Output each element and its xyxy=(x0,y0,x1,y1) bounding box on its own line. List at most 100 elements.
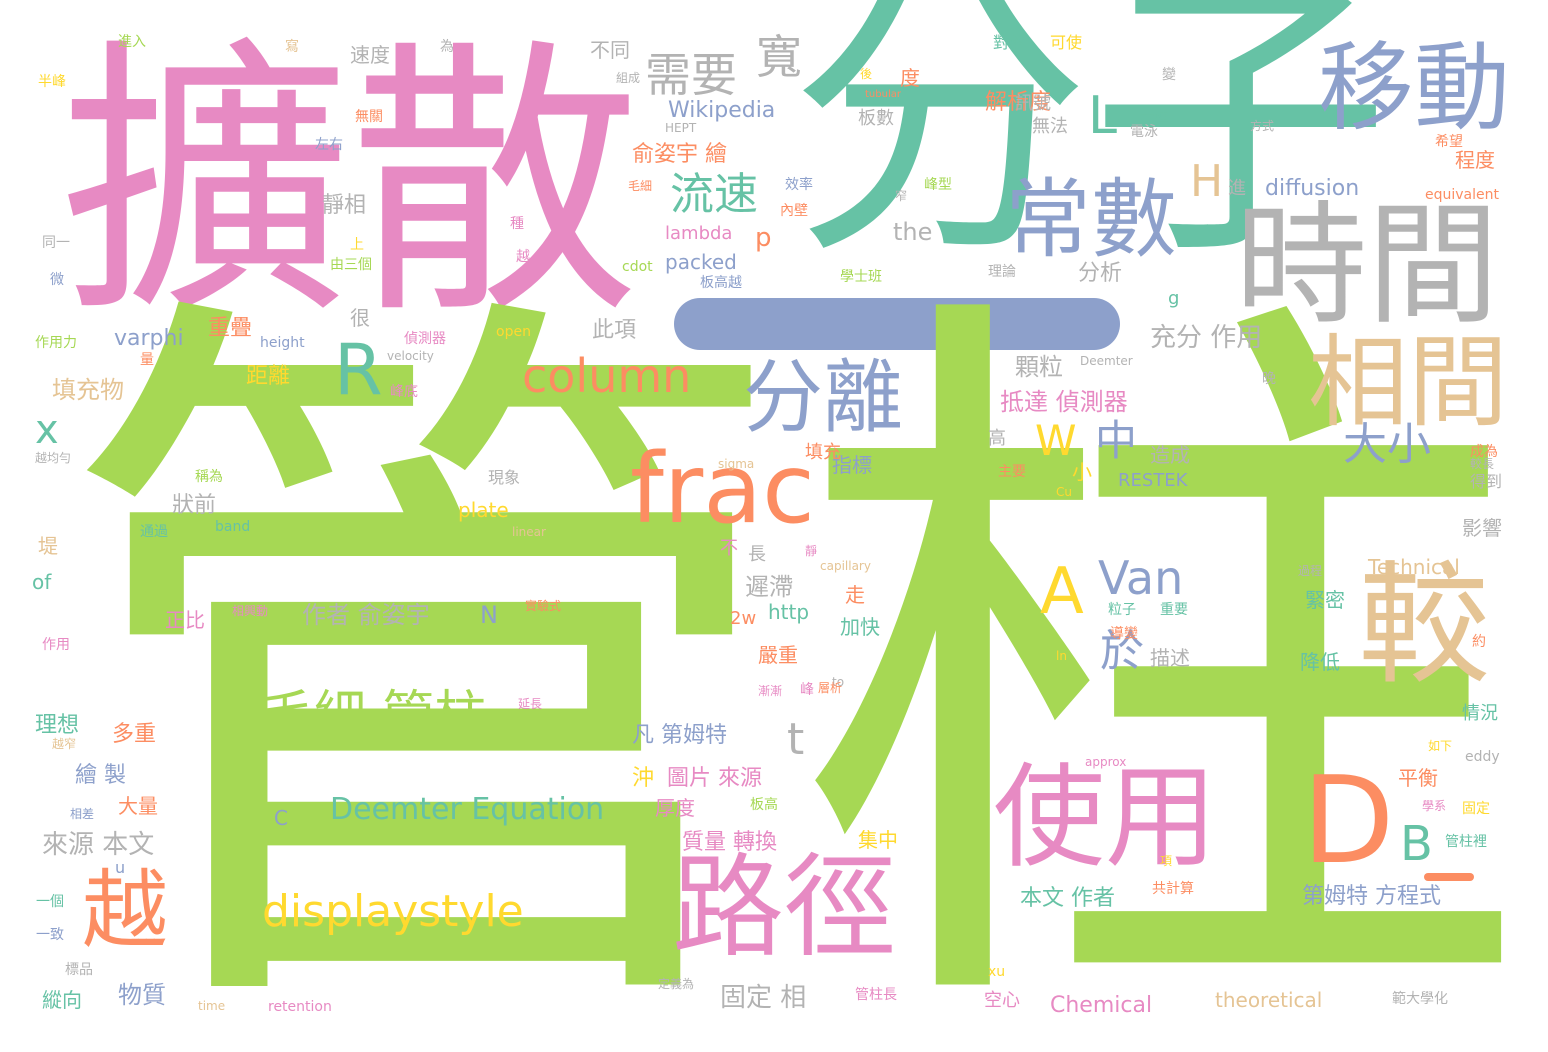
word: of xyxy=(32,570,52,594)
word: 相興動 xyxy=(232,604,269,618)
word: 分析 xyxy=(1078,261,1123,286)
word: 一種 xyxy=(1140,109,1168,125)
word: 重疊 xyxy=(208,316,253,341)
word: 同一 xyxy=(42,235,70,251)
word: 嚴重 xyxy=(758,643,798,667)
word: 毛細 管柱 xyxy=(262,686,487,746)
word: 大小 xyxy=(1343,419,1431,470)
word: 中 xyxy=(1095,416,1138,465)
word: Deemter xyxy=(1080,354,1133,368)
word: L xyxy=(1088,86,1117,146)
word: 峰底 xyxy=(390,384,418,400)
word: 沖 xyxy=(632,766,655,791)
word: 毛細 xyxy=(628,179,653,193)
word: RESTEK xyxy=(1118,470,1188,491)
word: 進 xyxy=(1228,178,1246,199)
word: 組成 xyxy=(616,71,641,85)
word: 固定 相 xyxy=(720,983,807,1013)
word: 2w xyxy=(730,608,757,629)
word: 小 xyxy=(1072,460,1092,484)
word: 可使 xyxy=(1050,33,1083,52)
word: 得到 xyxy=(1470,472,1503,491)
word: u xyxy=(115,858,126,877)
word: the xyxy=(893,218,933,246)
word: packed xyxy=(665,250,737,274)
word: 降低 xyxy=(1300,650,1340,674)
word: 縱向 xyxy=(42,988,82,1012)
word: 高 xyxy=(988,428,1006,449)
word: Technical xyxy=(1368,555,1460,579)
word: 左右 xyxy=(315,137,343,153)
word: p xyxy=(755,223,772,253)
word: 充分 作用 xyxy=(1150,323,1263,353)
word: 內壁 xyxy=(780,203,808,219)
word: 峰 xyxy=(800,682,814,698)
word: 堤 xyxy=(38,534,58,558)
word: 繪 製 xyxy=(75,763,126,788)
word: http xyxy=(768,600,810,624)
word: tubular xyxy=(865,89,901,100)
word: 第姆特 方程式 xyxy=(1302,884,1441,909)
word: 情況 xyxy=(1462,703,1498,724)
word: 板高越 xyxy=(700,275,742,291)
word: Deemter Equation xyxy=(330,792,605,827)
word: HEPT xyxy=(665,121,697,135)
word: 需要 xyxy=(645,48,737,102)
word: 一個 xyxy=(36,894,64,910)
word: 電泳 xyxy=(1130,124,1158,140)
word: 後 xyxy=(860,67,873,81)
word: 越均勻 xyxy=(35,451,72,465)
word: 顆粒 xyxy=(1015,353,1063,381)
word: 板數 xyxy=(858,108,894,129)
word: C xyxy=(274,806,288,830)
word: 時間 xyxy=(1235,189,1499,343)
word: W xyxy=(1035,416,1077,465)
word: 層析 xyxy=(818,681,843,695)
word: theoretical xyxy=(1215,988,1323,1012)
word: 理想 xyxy=(35,713,80,738)
word: displaystyle xyxy=(262,886,524,937)
word: approx xyxy=(1085,755,1127,769)
word: frac xyxy=(630,433,815,545)
word: 由三個 xyxy=(330,257,372,273)
word: 常數 xyxy=(1005,170,1177,270)
word: column xyxy=(522,349,692,403)
word: equivalent xyxy=(1425,187,1499,203)
word: 漸漸 xyxy=(758,684,783,698)
word: 狀前 xyxy=(172,493,217,518)
word: 峰型 xyxy=(924,177,952,193)
word: 不同 xyxy=(590,38,630,62)
word: 多重 xyxy=(112,722,157,747)
word: 描述 xyxy=(1150,646,1190,670)
word: 管柱長 xyxy=(855,987,897,1003)
word: 現象 xyxy=(488,468,521,487)
word: 度 xyxy=(900,66,920,90)
word: 造成 xyxy=(1150,443,1190,467)
word: varphi xyxy=(114,326,184,351)
word: sigma xyxy=(718,457,755,471)
word: 理論 xyxy=(988,264,1016,280)
word: 無法 xyxy=(1032,116,1068,137)
word: capillary xyxy=(820,559,871,573)
word: 寫 xyxy=(285,39,299,55)
word: 學系 xyxy=(1422,799,1447,813)
word-cloud: 擴散 分子 管 柱 移動 時間 相間 較 常數 分離 frac 使用 路徑 越 … xyxy=(0,0,1548,1052)
word: 越 xyxy=(516,249,530,265)
word: Van xyxy=(1098,551,1184,605)
word: A xyxy=(1040,555,1084,629)
word: 共計算 xyxy=(1152,881,1194,897)
word: linear xyxy=(512,525,546,539)
word: 填充物 xyxy=(52,376,124,404)
word: 粒子 xyxy=(1108,602,1136,618)
word: 過程 xyxy=(1298,564,1323,578)
word: 圖片 來源 xyxy=(667,766,762,791)
word: 速度 xyxy=(350,43,390,67)
word: 進入 xyxy=(118,34,146,50)
word: 集中 xyxy=(858,828,898,852)
word: 定義為 xyxy=(658,977,695,991)
word: R xyxy=(334,329,383,411)
word: 俞姿宇 繪 xyxy=(632,142,727,167)
word: 效率 xyxy=(785,177,813,193)
word: ln xyxy=(1056,649,1067,663)
word: 影響 xyxy=(1462,516,1502,540)
